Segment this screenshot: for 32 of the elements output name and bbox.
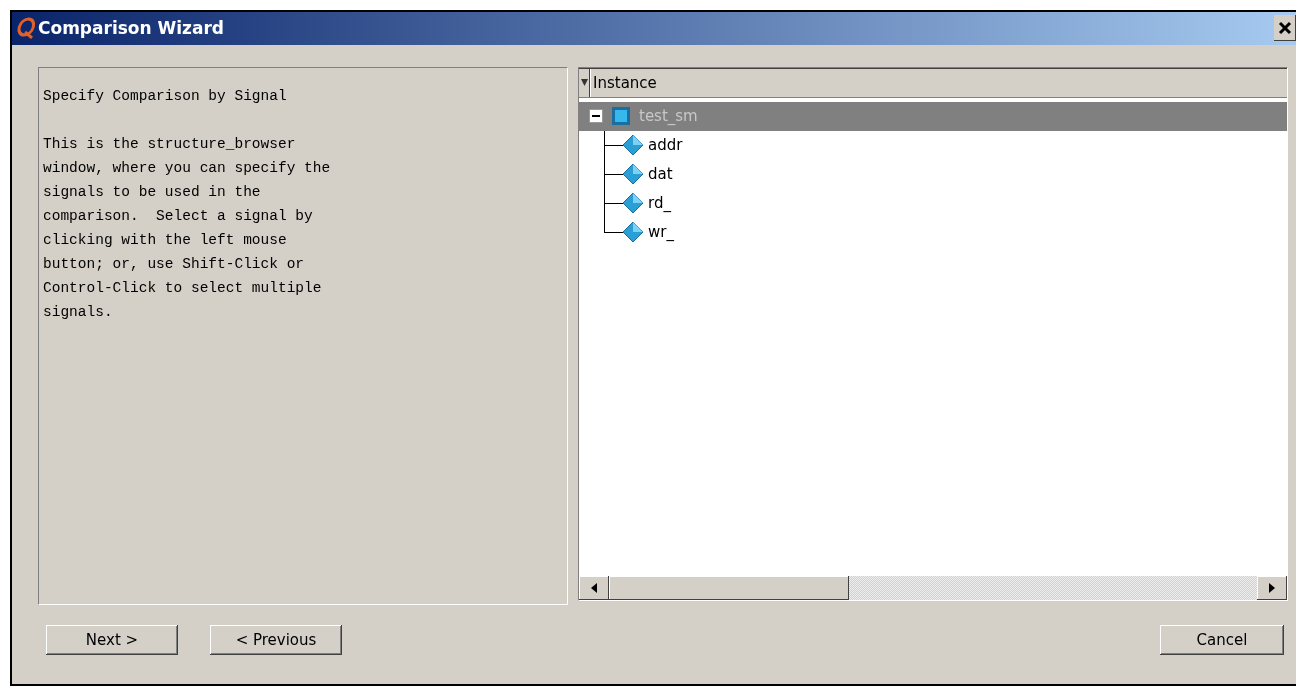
diamond-icon: [622, 163, 644, 186]
description-heading: Specify Comparison by Signal: [43, 86, 288, 106]
collapse-toggle[interactable]: [589, 109, 603, 124]
app-logo-icon: [16, 17, 36, 40]
signal-row[interactable]: rd_: [579, 188, 1287, 218]
close-button[interactable]: [1274, 15, 1296, 42]
signal-row[interactable]: wr_: [579, 217, 1287, 247]
signal-label: wr_: [648, 223, 674, 242]
signal-label: dat: [648, 165, 673, 184]
diamond-icon: [622, 192, 644, 215]
signal-row[interactable]: addr: [579, 130, 1287, 160]
diamond-icon: [622, 221, 644, 244]
window-title: Comparison Wizard: [38, 18, 226, 39]
sort-arrow-icon[interactable]: [580, 79, 588, 87]
horizontal-scrollbar[interactable]: [579, 575, 1287, 600]
signal-label: addr: [648, 136, 683, 155]
left-arrow-icon: [591, 582, 597, 593]
diamond-icon: [622, 134, 644, 157]
close-icon: [1278, 21, 1292, 36]
tree-item-label: test_sm: [639, 107, 698, 126]
scroll-thumb[interactable]: [609, 575, 849, 600]
scroll-left-button[interactable]: [579, 575, 609, 600]
nav-button[interactable]: < Previous: [210, 625, 342, 656]
nav-button[interactable]: Next >: [46, 625, 178, 656]
description-text: This is the structure_browser window, where you can specify the signals to be used in the comparison. Select a signal by clicking with the left mouse button; or, use Shift-Click or Control-Click to select multiple signals.: [43, 134, 332, 322]
scroll-right-button[interactable]: [1257, 575, 1287, 600]
right-arrow-icon: [1269, 582, 1275, 593]
module-icon: [611, 106, 631, 127]
cancel-button[interactable]: Cancel: [1160, 625, 1284, 656]
signal-label: rd_: [648, 194, 671, 213]
column-title[interactable]: Instance: [590, 68, 1287, 97]
signal-row[interactable]: dat: [579, 159, 1287, 189]
